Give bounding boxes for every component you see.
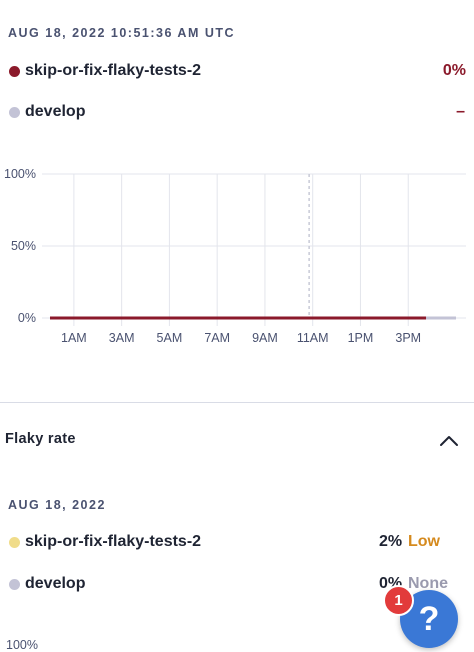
y-tick-label: 100% <box>6 638 38 652</box>
chevron-up-icon <box>440 436 458 446</box>
badge-count: 1 <box>394 592 403 609</box>
x-tick-label: 1PM <box>348 331 374 345</box>
series-dot-icon <box>9 537 20 548</box>
flaky-date: AUG 18, 2022 <box>8 498 106 512</box>
flaky-row-tag: Low <box>408 533 440 550</box>
x-tick-label: 7AM <box>204 331 230 345</box>
series-dot-icon <box>9 66 20 77</box>
legend-item-branch: skip-or-fix-flaky-tests-2 0% <box>0 60 474 84</box>
timestamp: AUG 18, 2022 10:51:36 AM UTC <box>8 26 236 40</box>
x-tick-label: 3AM <box>109 331 135 345</box>
series-dot-icon <box>9 107 20 118</box>
y-tick-label: 50% <box>11 239 36 253</box>
flaky-chart[interactable]: 100% 50% 0% 1AM 3AM 5AM 7AM 9AM 11AM 1PM 3PM <box>0 160 474 360</box>
legend-label: skip-or-fix-flaky-tests-2 <box>25 62 202 79</box>
flaky-row-label: skip-or-fix-flaky-tests-2 <box>25 533 202 550</box>
notification-badge: 1 <box>383 585 414 616</box>
section-title: Flaky rate <box>5 431 76 447</box>
x-tick-label: 3PM <box>395 331 421 345</box>
flaky-row-label: develop <box>25 575 86 592</box>
x-tick-label: 1AM <box>61 331 87 345</box>
series-dot-icon <box>9 579 20 590</box>
x-tick-label: 11AM <box>297 331 329 345</box>
flaky-row-branch: skip-or-fix-flaky-tests-2 2% Low <box>0 531 474 555</box>
y-tick-label: 100% <box>4 167 36 181</box>
x-tick-label: 9AM <box>252 331 278 345</box>
legend-item-develop: develop – <box>0 101 474 125</box>
legend-label: develop <box>25 103 86 120</box>
collapse-button[interactable] <box>436 428 462 452</box>
section-divider <box>0 402 474 403</box>
legend-value: 0% <box>442 62 466 79</box>
x-tick-label: 5AM <box>157 331 183 345</box>
legend-value: – <box>456 103 465 120</box>
y-tick-label: 0% <box>18 311 36 325</box>
flaky-row-value: 2% <box>379 533 403 550</box>
